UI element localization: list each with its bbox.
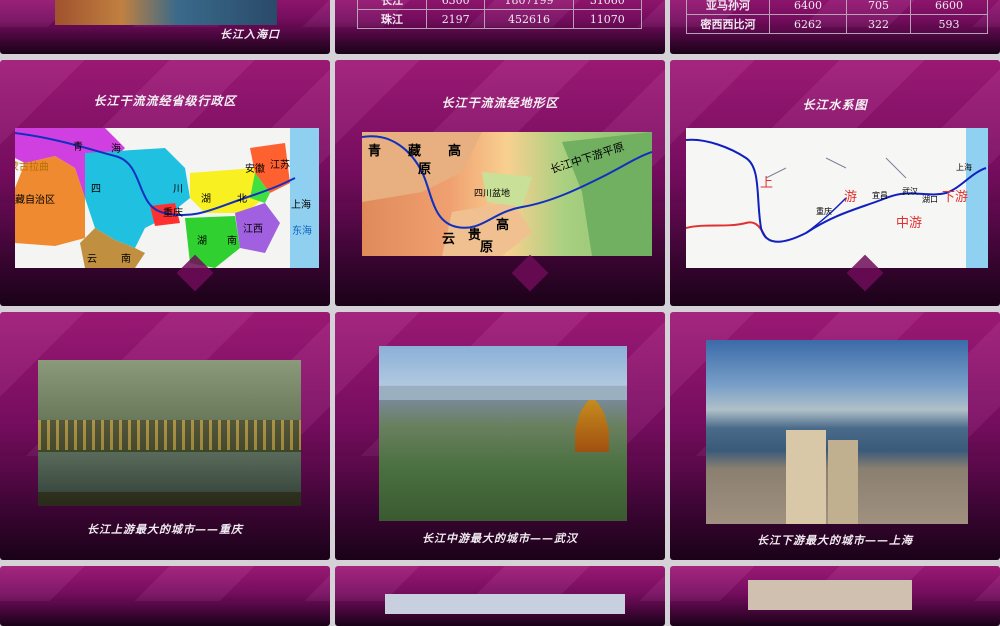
- map-label: 湖: [201, 194, 211, 205]
- river-area: [379, 386, 627, 400]
- table-cell: 322: [846, 14, 911, 34]
- slide-caption: 长江上游最大的城市——重庆: [87, 523, 243, 536]
- city-lights: [38, 420, 301, 450]
- wuhan-photo: [379, 346, 627, 521]
- map-label: 原: [480, 240, 494, 255]
- chongqing-night-photo: [38, 360, 301, 506]
- slide-caption: 长江中游最大的城市——武汉: [422, 532, 578, 545]
- table-cell: 11070: [572, 9, 643, 29]
- estuary-photo: [55, 0, 277, 25]
- slide-caption: 长江下游最大的城市——上海: [757, 534, 913, 547]
- slide-thumbnail-4[interactable]: 长江干流流经省级行政区 青 海 蒙古拉曲 藏自治区 四 川 重庆 湖 北 湖 南…: [0, 60, 330, 306]
- map-label: 江西: [243, 224, 263, 235]
- slide-thumbnail-9[interactable]: 长江下游最大的城市——上海: [670, 312, 1000, 560]
- slide-thumbnail-12[interactable]: [670, 566, 1000, 626]
- map-label: 上海: [956, 163, 972, 172]
- table-row: 亚马孙河 6400 705 6600: [686, 0, 989, 15]
- table-cell: 亚马孙河: [686, 0, 770, 15]
- slide-image: [385, 594, 625, 614]
- map-label: 海: [111, 144, 121, 155]
- table-cell: 长江: [357, 0, 427, 10]
- province-map: 青 海 蒙古拉曲 藏自治区 四 川 重庆 湖 北 湖 南 云 南 安徽 江苏 江…: [15, 128, 319, 268]
- slide-thumbnail-5[interactable]: 长江干流流经地形区 青 藏 高 原 四川盆地 云 贵 高 原 长江中下游平原: [335, 60, 665, 306]
- slide-thumbnail-2[interactable]: 长江 6300 1807199 31060 珠江 2197 452616 110…: [335, 0, 665, 54]
- map-label: 原: [418, 162, 432, 177]
- map-label: 高: [448, 144, 462, 159]
- world-rivers-table: 亚马孙河 6400 705 6600 密西西比河 6262 322 593: [686, 0, 989, 34]
- table-cell: 6400: [768, 0, 848, 15]
- slide-thumbnail-8[interactable]: 长江中游最大的城市——武汉: [335, 312, 665, 560]
- slide-thumbnail-1[interactable]: 长江入海口: [0, 0, 330, 54]
- map-label: 云: [87, 254, 97, 265]
- table-cell: 1807199: [484, 0, 574, 10]
- map-label: 蒙古拉曲: [15, 162, 49, 173]
- river-system-map: 上 游 中游 下游 宜昌 武汉 重庆 湖口 上海: [686, 128, 988, 268]
- map-label: 高: [496, 218, 510, 233]
- river-comparison-table: 长江 6300 1807199 31060 珠江 2197 452616 110…: [357, 0, 643, 29]
- map-label: 武汉: [902, 187, 918, 196]
- slide-image: [748, 580, 912, 610]
- map-label: 藏: [408, 144, 422, 159]
- table-cell: 2197: [425, 9, 486, 29]
- map-label: 南: [121, 254, 131, 265]
- terrain-map: 青 藏 高 原 四川盆地 云 贵 高 原 长江中下游平原: [362, 132, 652, 256]
- slide-thumbnail-3[interactable]: 亚马孙河 6400 705 6600 密西西比河 6262 322 593: [670, 0, 1000, 54]
- table-cell: 6262: [768, 14, 848, 34]
- slide-thumbnail-11[interactable]: [335, 566, 665, 626]
- slide-title: 长江水系图: [802, 98, 868, 112]
- map-label: 重庆: [163, 208, 183, 219]
- map-label: 南: [227, 236, 237, 247]
- table-cell: 452616: [484, 9, 574, 29]
- table-row: 密西西比河 6262 322 593: [686, 14, 989, 34]
- map-label: 下游: [942, 190, 969, 205]
- table-cell: 珠江: [357, 9, 427, 29]
- map-label: 上海: [291, 200, 311, 211]
- map-label: 中游: [896, 216, 923, 231]
- table-cell: 593: [909, 14, 989, 34]
- map-label: 上: [760, 176, 774, 191]
- map-label: 东海: [292, 226, 312, 237]
- slide-thumbnail-6[interactable]: 长江水系图 上 游 中游 下游 宜昌 武汉 重庆 湖口 上海: [670, 60, 1000, 306]
- slide-caption: 长江入海口: [220, 28, 280, 41]
- table-cell: 6600: [909, 0, 989, 15]
- map-label: 湖: [197, 236, 207, 247]
- river-reflection: [38, 452, 301, 492]
- province-map-svg: [15, 128, 319, 268]
- table-cell: 密西西比河: [686, 14, 770, 34]
- slide-title: 长江干流流经地形区: [441, 96, 559, 110]
- map-label: 江苏: [270, 160, 290, 171]
- shanghai-photo: [706, 340, 968, 524]
- slide-title: 长江干流流经省级行政区: [93, 94, 237, 108]
- map-label: 四: [91, 184, 101, 195]
- slide-thumbnail-7[interactable]: 长江上游最大的城市——重庆: [0, 312, 330, 560]
- table-row: 珠江 2197 452616 11070: [357, 9, 643, 29]
- customs-house: [786, 430, 826, 524]
- map-label: 川: [173, 184, 183, 195]
- map-label: 北: [237, 194, 247, 205]
- map-label: 四川盆地: [474, 189, 511, 199]
- slide-ornament: [511, 254, 549, 292]
- table-cell: 6300: [425, 0, 486, 10]
- table-cell: 705: [846, 0, 911, 15]
- map-label: 云: [442, 232, 456, 247]
- map-label: 青: [73, 142, 83, 153]
- tall-building: [828, 440, 858, 524]
- table-cell: 31060: [572, 0, 643, 10]
- table-row: 长江 6300 1807199 31060: [357, 0, 643, 10]
- map-label: 游: [844, 190, 858, 205]
- map-label: 藏自治区: [15, 195, 55, 206]
- map-label: 重庆: [816, 207, 832, 216]
- yellow-crane-tower: [575, 396, 609, 452]
- slide-thumbnail-10[interactable]: [0, 566, 330, 626]
- map-label: 青: [368, 144, 382, 159]
- map-label: 湖口: [922, 195, 938, 204]
- map-label: 宜昌: [872, 191, 888, 200]
- map-label: 安徽: [245, 164, 265, 175]
